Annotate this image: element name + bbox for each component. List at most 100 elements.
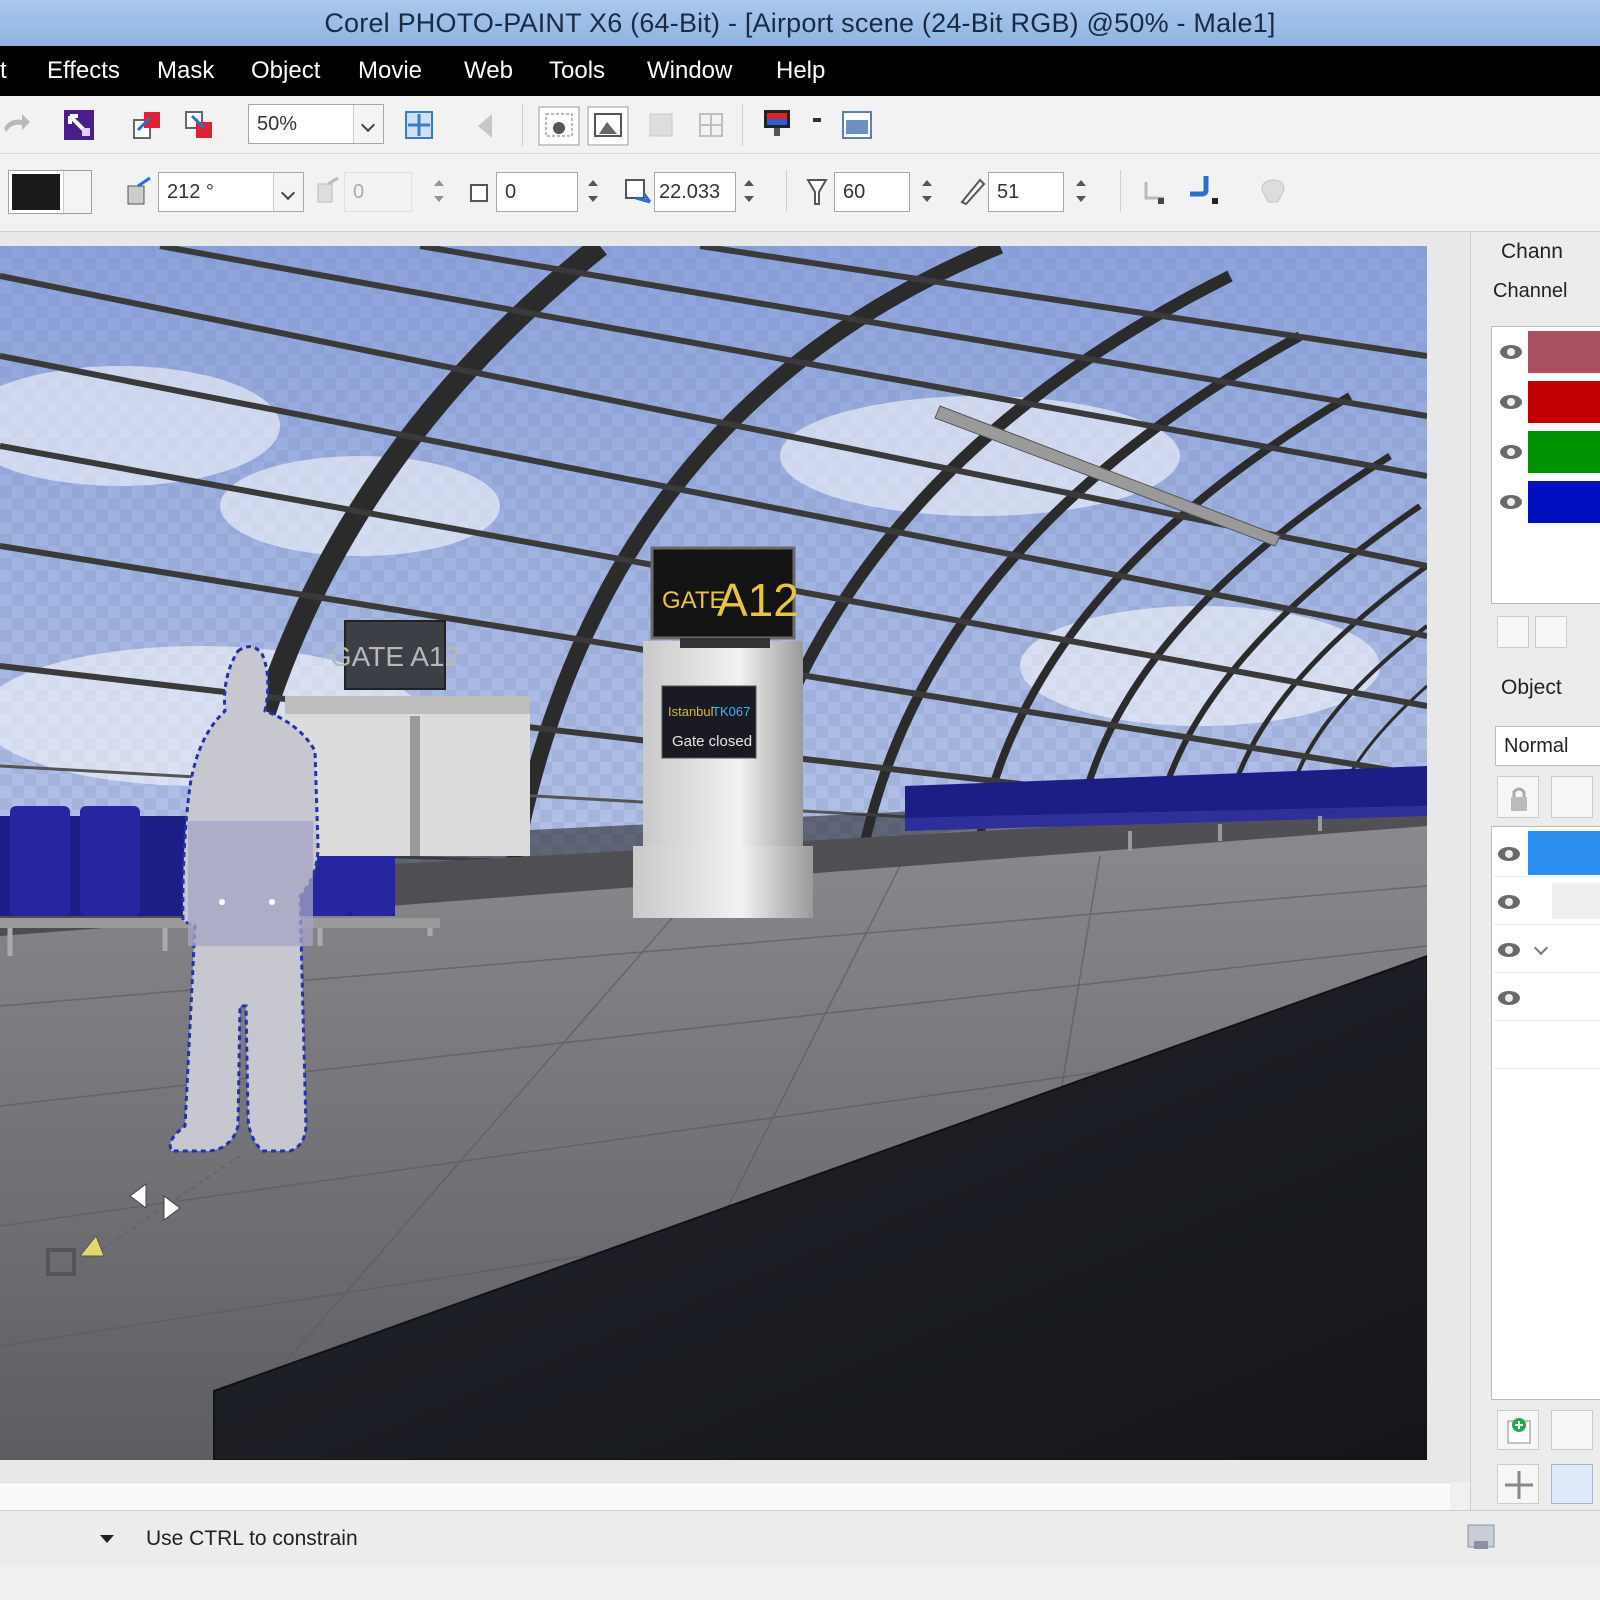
zoom-level-select[interactable]: 50% xyxy=(248,104,384,144)
channel-row-rgb[interactable] xyxy=(1492,327,1600,377)
visibility-eye-icon[interactable] xyxy=(1498,991,1520,1005)
visibility-eye-icon[interactable] xyxy=(1498,943,1520,957)
pan-icon[interactable] xyxy=(472,108,506,142)
window-title: Corel PHOTO-PAINT X6 (64-Bit) - [Airport… xyxy=(324,8,1276,38)
new-channel-button[interactable] xyxy=(1497,616,1529,648)
shadow-offset-value: 0 xyxy=(353,181,365,203)
gate-info-pillar: Istanbul TK067 Gate closed GATE A12 xyxy=(633,546,813,918)
shadow-angle-value: 212 ° xyxy=(167,181,214,203)
shadow-feather-icon xyxy=(470,184,488,202)
move-object-button[interactable] xyxy=(1497,1464,1539,1504)
shadow-opacity-value: 60 xyxy=(843,181,866,203)
mask-overlay-icon[interactable] xyxy=(644,108,678,142)
shadow-feather-pen-icon xyxy=(960,178,986,206)
shadow-feather-input[interactable]: 51 xyxy=(988,172,1064,212)
shadow-offset-input[interactable]: 0 xyxy=(344,172,412,212)
screen-destination: Istanbul xyxy=(668,704,714,719)
shadow-feather-spinner[interactable] xyxy=(1070,172,1092,212)
channel-row-blue[interactable] xyxy=(1492,477,1600,527)
shadow-size-spinner[interactable] xyxy=(582,172,604,212)
channel-thumbnail-rgb xyxy=(1528,331,1600,373)
object-row-5[interactable] xyxy=(1492,1021,1600,1069)
standard-toolbar: 50% xyxy=(0,96,1600,154)
merge-mode-value: Normal xyxy=(1504,735,1569,757)
menu-window[interactable]: Window xyxy=(647,46,732,96)
menu-bar: t Effects Mask Object Movie Web Tools Wi… xyxy=(0,46,1600,96)
object-row-group[interactable] xyxy=(1492,925,1600,973)
shadow-color-swatch xyxy=(12,174,60,210)
shadow-opacity-input[interactable]: 60 xyxy=(834,172,910,212)
clear-shadow-icon[interactable] xyxy=(1256,174,1290,208)
image-viewport[interactable]: GATE A12 Istanbul TK067 Gate closed GATE… xyxy=(0,246,1427,1460)
canvas-area: GATE A12 Istanbul TK067 Gate closed GATE… xyxy=(0,232,1470,1482)
shadow-size-input[interactable]: 0 xyxy=(496,172,578,212)
shadow-offset-spinner[interactable] xyxy=(428,172,450,212)
object-row-male1[interactable] xyxy=(1492,829,1600,877)
color-palette-icon[interactable] xyxy=(760,106,794,140)
shadow-opacity-spinner[interactable] xyxy=(916,172,938,212)
refresh-object-button[interactable] xyxy=(1551,1410,1593,1450)
feather-edge-icon[interactable] xyxy=(1186,172,1220,206)
menu-help[interactable]: Help xyxy=(776,46,825,96)
channel-thumbnail-green xyxy=(1528,431,1600,473)
lock-transparency-button[interactable] xyxy=(1551,776,1593,818)
docker-panel: Chann Channel Object Normal xyxy=(1470,232,1600,1510)
visibility-eye-icon[interactable] xyxy=(1498,895,1520,909)
visibility-eye-icon[interactable] xyxy=(1498,847,1520,861)
welcome-screen-icon[interactable] xyxy=(840,108,874,142)
new-object-button[interactable] xyxy=(1497,1410,1539,1450)
shadow-feather-value: 51 xyxy=(997,181,1020,203)
channel-options-button[interactable] xyxy=(1535,616,1567,648)
object-row-4[interactable] xyxy=(1492,973,1600,1021)
object-tool-button[interactable] xyxy=(1551,1464,1593,1504)
menu-web[interactable]: Web xyxy=(464,46,513,96)
shadow-size-value: 0 xyxy=(505,181,517,203)
redo-icon[interactable] xyxy=(0,108,34,142)
chevron-down-icon xyxy=(353,105,383,143)
chevron-down-icon xyxy=(63,171,91,213)
menu-movie[interactable]: Movie xyxy=(358,46,422,96)
show-mask-marquee-icon[interactable] xyxy=(587,106,629,146)
channel-row-red[interactable] xyxy=(1492,377,1600,427)
channels-list xyxy=(1491,326,1600,604)
chevron-down-icon xyxy=(273,173,303,211)
grid-icon[interactable] xyxy=(694,108,728,142)
visibility-eye-icon[interactable] xyxy=(1500,445,1522,459)
visibility-eye-icon[interactable] xyxy=(1500,395,1522,409)
merge-mode-select[interactable]: Normal xyxy=(1495,726,1600,766)
status-indicator-icon[interactable] xyxy=(1466,1523,1496,1551)
object-row-2[interactable] xyxy=(1492,877,1600,925)
lock-icon xyxy=(1511,787,1527,811)
menu-effects[interactable]: Effects xyxy=(47,46,120,96)
show-object-marquee-icon[interactable] xyxy=(538,106,580,146)
channels-docker-tab[interactable]: Chann xyxy=(1501,240,1563,264)
feather-direction-icon[interactable] xyxy=(1138,174,1172,208)
menu-edit[interactable]: t xyxy=(0,46,7,96)
shadow-color-picker[interactable] xyxy=(8,170,92,214)
shadow-distance-input[interactable]: 22.033 xyxy=(654,172,736,212)
export-icon[interactable] xyxy=(182,108,216,142)
import-icon[interactable] xyxy=(130,108,164,142)
channel-thumbnail-red xyxy=(1528,381,1600,423)
visibility-eye-icon[interactable] xyxy=(1500,495,1522,509)
channel-row-green[interactable] xyxy=(1492,427,1600,477)
menu-tools[interactable]: Tools xyxy=(549,46,605,96)
objects-docker-tab[interactable]: Object xyxy=(1501,676,1562,700)
launch-app-icon[interactable] xyxy=(62,108,96,142)
zoom-to-fit-icon[interactable] xyxy=(402,108,436,142)
screen-status: Gate closed xyxy=(672,733,752,750)
menu-mask[interactable]: Mask xyxy=(157,46,214,96)
shadow-angle-input[interactable]: 212 ° xyxy=(158,172,304,212)
lock-object-button[interactable] xyxy=(1497,776,1539,818)
channel-thumbnail-blue xyxy=(1528,481,1600,523)
move-arrows-icon xyxy=(1505,1471,1533,1499)
shadow-stretch-icon xyxy=(317,176,339,203)
flyout-arrow-icon[interactable] xyxy=(813,118,821,122)
visibility-eye-icon[interactable] xyxy=(1500,345,1522,359)
menu-object[interactable]: Object xyxy=(251,46,320,96)
shadow-distance-spinner[interactable] xyxy=(738,172,760,212)
horizontal-scrollbar[interactable] xyxy=(0,1482,1450,1510)
status-dropdown-arrow-icon[interactable] xyxy=(100,1535,114,1543)
status-bar: Use CTRL to constrain xyxy=(0,1510,1600,1566)
expand-chevron-icon[interactable] xyxy=(1533,940,1549,956)
